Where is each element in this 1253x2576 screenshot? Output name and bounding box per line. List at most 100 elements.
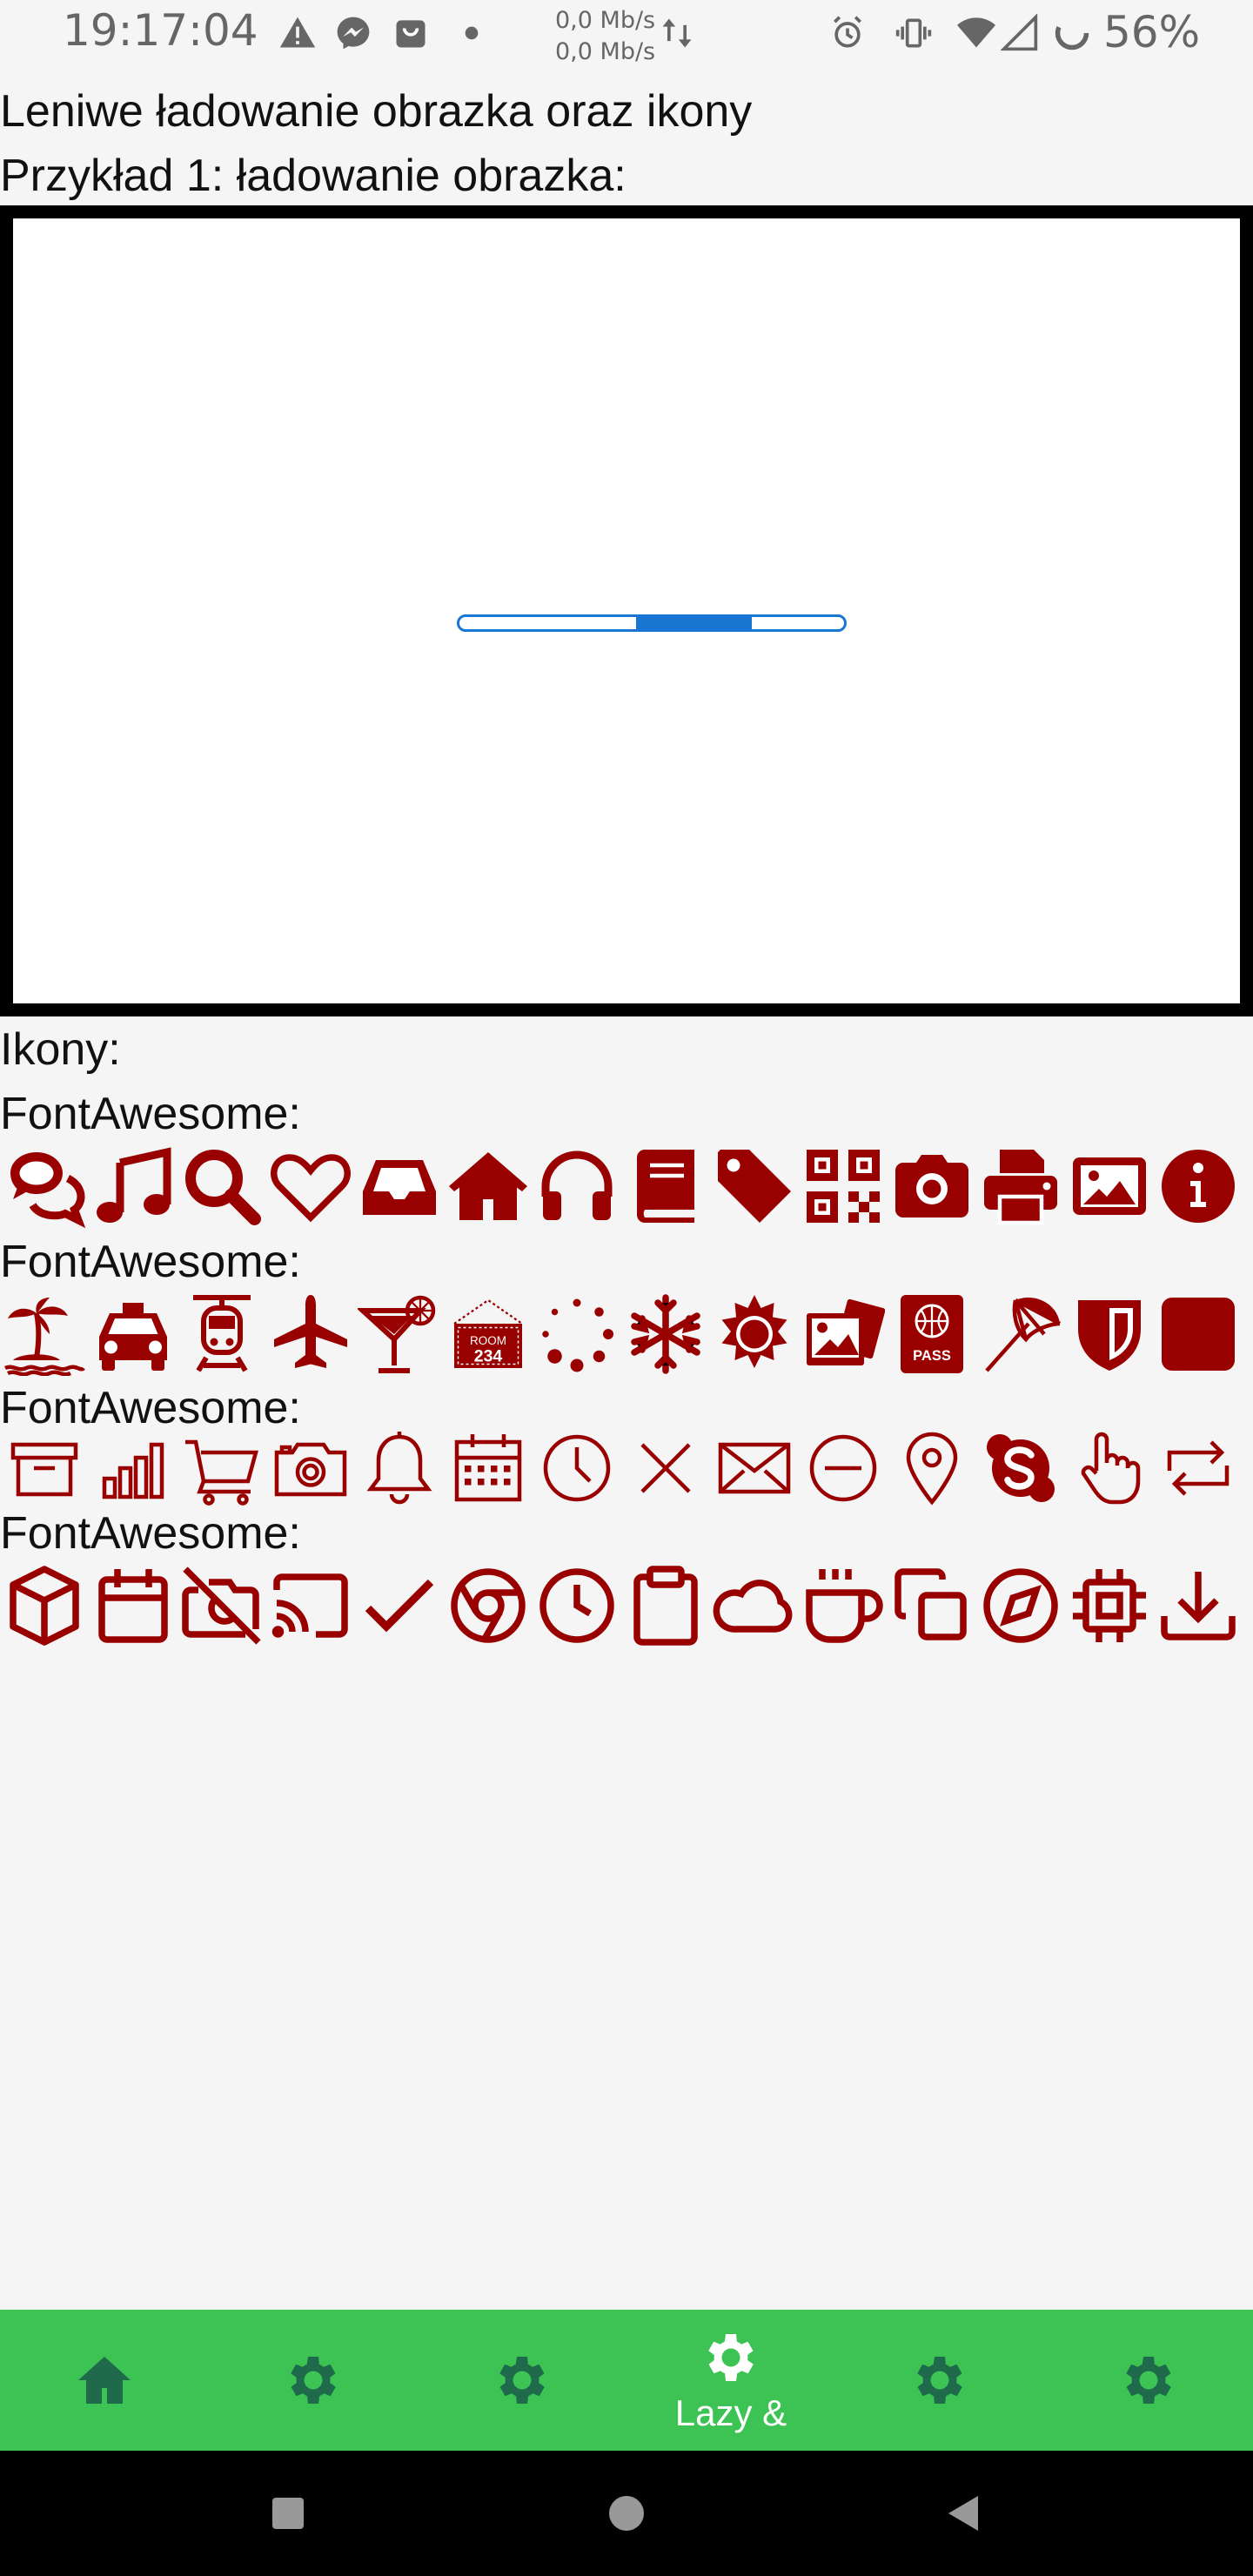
vibrate-icon (895, 18, 932, 48)
room-234-icon: ROOM 234 (444, 1290, 533, 1379)
speed-down: 0,0 Mb/s (555, 38, 656, 65)
status-time: 19:17:04 (63, 5, 258, 56)
icons-heading: Ikony: (0, 1024, 121, 1075)
room-sign-number: 234 (474, 1347, 503, 1366)
nav-settings-5[interactable] (1044, 2310, 1253, 2451)
wifi-icon (957, 17, 995, 48)
nav-lazy-label: Lazy & (674, 2392, 787, 2433)
room-sign-text: ROOM (470, 1334, 506, 1347)
monorail-icon (178, 1290, 266, 1379)
icon-row-2: ROOM 234 PASS (0, 1290, 1253, 1379)
hand-pointer-icon (1065, 1424, 1154, 1513)
system-navigation-bar (0, 2451, 1253, 2576)
close-icon (621, 1424, 710, 1513)
calendar-outline-icon (89, 1561, 178, 1650)
copy-icon (888, 1561, 976, 1650)
clock-icon (533, 1424, 621, 1513)
nav-lazy-active[interactable]: Lazy & (626, 2310, 835, 2451)
example1-label: Przykład 1: ładowanie obrazka: (0, 151, 626, 201)
camera-off-icon (178, 1561, 266, 1650)
island-icon (0, 1290, 89, 1379)
messenger-icon (337, 17, 370, 50)
gear-icon (708, 2334, 754, 2381)
book-icon (621, 1142, 710, 1231)
nav-settings-1[interactable] (209, 2310, 418, 2451)
shop-bag-icon (396, 20, 425, 48)
speed-up: 0,0 Mb/s (555, 7, 656, 34)
gear-icon (1126, 2357, 1171, 2404)
home-icon (444, 1142, 533, 1231)
network-speed: 0,0 Mb/s 0,0 Mb/s (555, 5, 655, 68)
icon-row-3 (0, 1424, 1253, 1513)
image-icon (1065, 1142, 1154, 1231)
info-circle-icon (1154, 1142, 1243, 1231)
bell-icon (355, 1424, 444, 1513)
icon-row-1 (0, 1142, 1253, 1231)
alarm-icon (834, 16, 861, 48)
signal-icon (1001, 14, 1038, 51)
gear-icon (499, 2357, 545, 2404)
cloud-icon (710, 1561, 799, 1650)
recents-button[interactable] (267, 2492, 309, 2534)
minus-circle-icon (799, 1424, 888, 1513)
nav-home[interactable] (0, 2310, 209, 2451)
headphones-icon (533, 1142, 621, 1231)
sun-icon (710, 1290, 799, 1379)
home-icon (78, 2357, 131, 2404)
nav-settings-4[interactable] (835, 2310, 1044, 2451)
umbrella-beach-icon (976, 1290, 1065, 1379)
camera-outline-icon (266, 1424, 355, 1513)
gear-icon (917, 2357, 962, 2404)
nav-settings-2[interactable] (418, 2310, 626, 2451)
camera-icon (888, 1142, 976, 1231)
photo-album-icon (799, 1290, 888, 1379)
group-label-1: FontAwesome: (0, 1089, 301, 1139)
snowflake-icon (621, 1290, 710, 1379)
clock-outline-icon (533, 1561, 621, 1650)
passport-text: PASS (913, 1348, 951, 1364)
back-button[interactable] (943, 2492, 985, 2534)
loading-progress-bar (457, 614, 847, 632)
status-bar: 19:17:04 0,0 Mb/s 0,0 Mb/s 56% (0, 0, 1253, 70)
music-icon (89, 1142, 178, 1231)
inbox-icon (355, 1142, 444, 1231)
up-down-arrows-icon (662, 18, 692, 48)
skype-icon (976, 1424, 1065, 1513)
repeat-icon (1154, 1424, 1243, 1513)
icon-row-4 (0, 1561, 1253, 1650)
print-icon (976, 1142, 1065, 1231)
page-title: Leniwe ładowanie obrazka oraz ikony (0, 86, 753, 137)
map-pin-icon (888, 1424, 976, 1513)
taxi-icon (89, 1290, 178, 1379)
comments-icon (0, 1142, 89, 1231)
battery-percent: 56% (1103, 7, 1201, 57)
bottom-navigation: Lazy & (0, 2310, 1253, 2451)
group-label-2: FontAwesome: (0, 1237, 301, 1287)
compass-icon (976, 1561, 1065, 1650)
home-button[interactable] (606, 2492, 647, 2534)
coffee-icon (799, 1561, 888, 1650)
download-icon (1154, 1561, 1243, 1650)
battery-icon (1055, 16, 1089, 50)
square-icon (1154, 1290, 1243, 1379)
envelope-icon (710, 1424, 799, 1513)
group-label-4: FontAwesome: (0, 1508, 301, 1559)
shield-icon (1065, 1290, 1154, 1379)
heart-icon (266, 1142, 355, 1231)
cube-icon (0, 1561, 89, 1650)
cart-icon (178, 1424, 266, 1513)
clipboard-icon (621, 1561, 710, 1650)
calendar-icon (444, 1424, 533, 1513)
lazy-image-container (0, 205, 1253, 1016)
check-icon (355, 1561, 444, 1650)
archive-icon (0, 1424, 89, 1513)
bar-chart-icon (89, 1424, 178, 1513)
search-icon (178, 1142, 266, 1231)
gear-icon (291, 2357, 336, 2404)
cpu-icon (1065, 1561, 1154, 1650)
spinner-dots-icon (533, 1290, 621, 1379)
dot-icon (465, 26, 479, 40)
passport-icon: PASS (888, 1290, 976, 1379)
cast-icon (266, 1561, 355, 1650)
plane-icon (266, 1290, 355, 1379)
